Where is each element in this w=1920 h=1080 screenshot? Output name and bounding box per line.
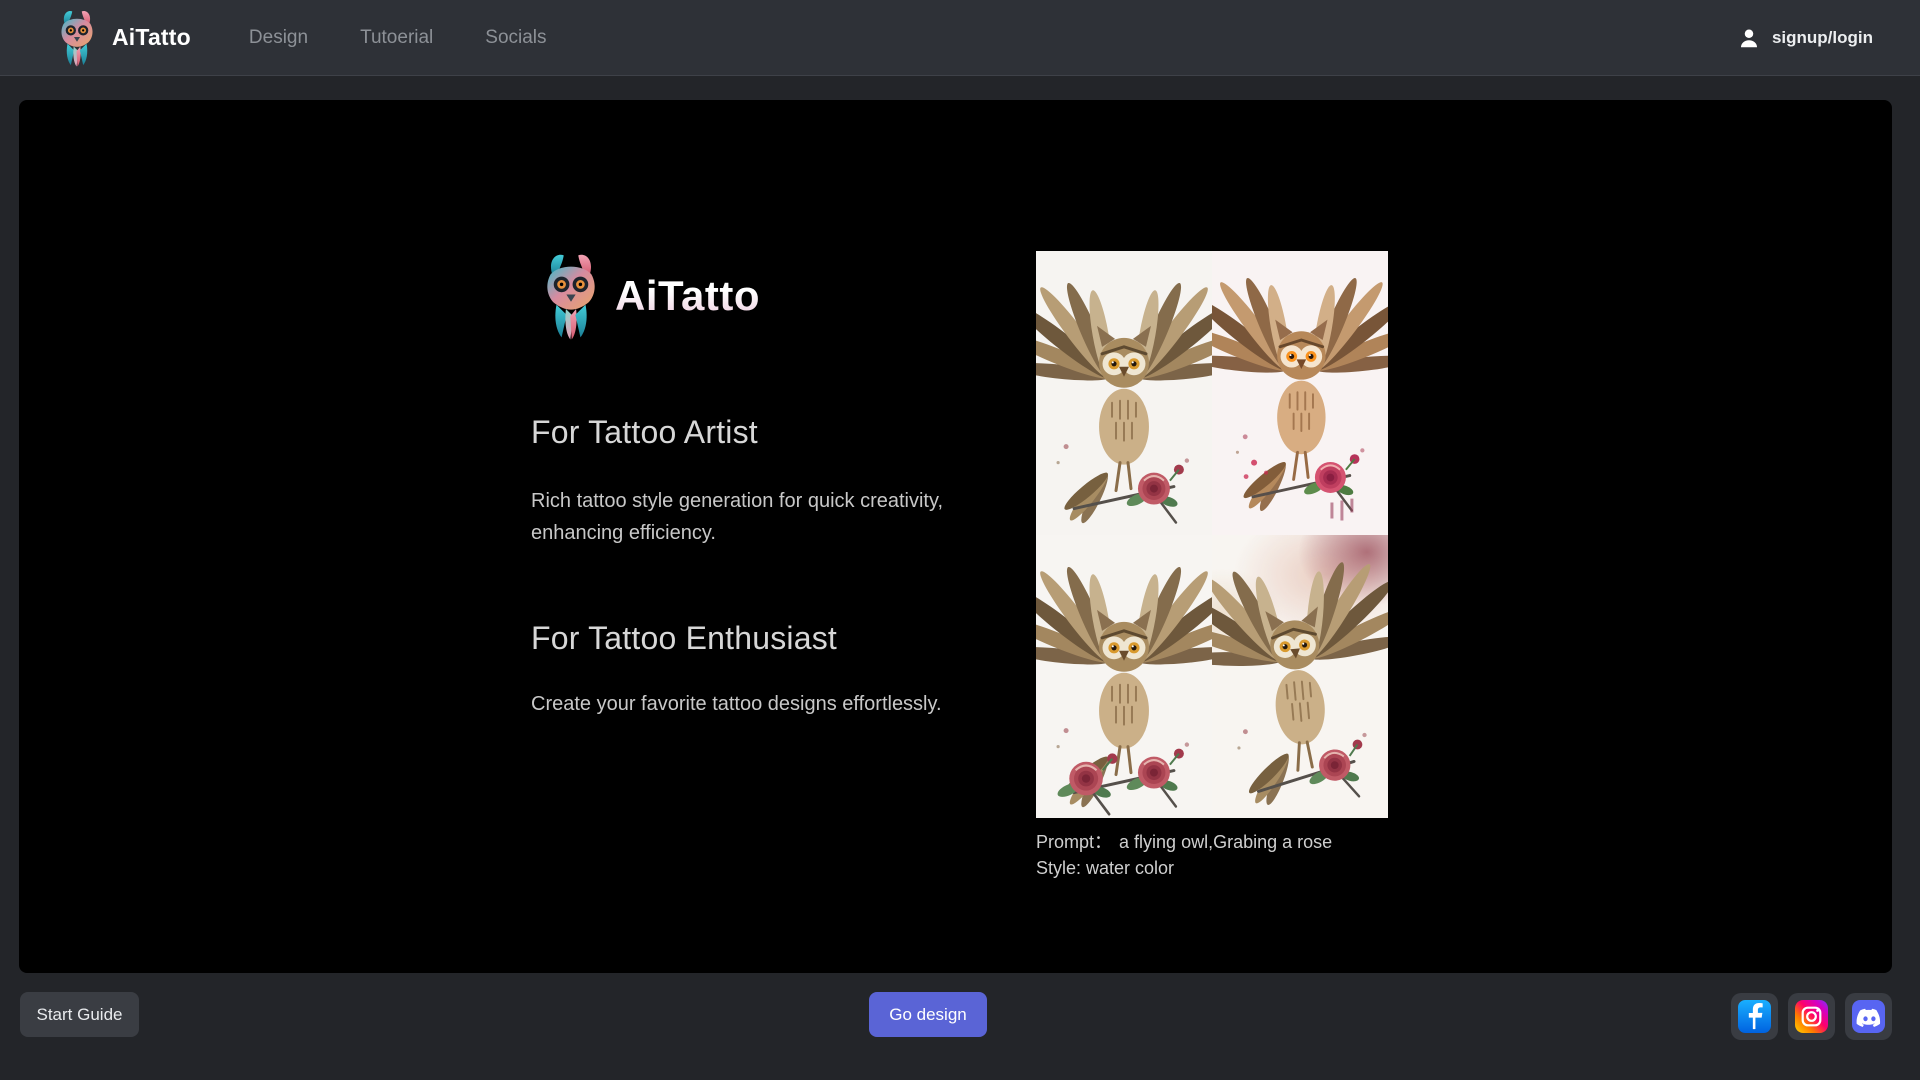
tattoo-sample-grid	[1036, 251, 1388, 818]
showcase-caption: Prompt： a flying owl,Grabing a rose Style…	[1036, 829, 1436, 881]
artist-section-body: Rich tattoo style generation for quick c…	[531, 485, 976, 549]
navbar: AiTatto Design Tutoerial Socials signup/…	[0, 0, 1920, 76]
tattoo-sample-image-4	[1212, 535, 1388, 819]
nav-link-design[interactable]: Design	[249, 27, 308, 49]
tattoo-sample-image-3	[1036, 535, 1212, 819]
prompt-value: a flying owl,Grabing a rose	[1119, 832, 1332, 852]
app-logo-owl-icon[interactable]	[58, 9, 96, 67]
hero-brand-title: AiTatto	[615, 272, 760, 320]
discord-button[interactable]	[1845, 993, 1892, 1040]
tattoo-showcase: Prompt：a flying owl,Grabing a rose Style…	[1036, 251, 1388, 818]
hero-panel: AiTatto For Tattoo Artist Rich tattoo st…	[19, 100, 1892, 973]
artist-section-title: For Tattoo Artist	[531, 414, 758, 451]
facebook-button[interactable]	[1731, 993, 1778, 1040]
facebook-icon	[1738, 1000, 1771, 1033]
nav-link-socials[interactable]: Socials	[485, 27, 546, 49]
user-icon	[1739, 28, 1759, 48]
prompt-line: Prompt： a flying owl,Grabing a rose	[1036, 829, 1436, 855]
signup-login-label: signup/login	[1772, 28, 1873, 48]
signup-login-link[interactable]: signup/login	[1739, 28, 1873, 48]
start-guide-button[interactable]: Start Guide	[20, 992, 139, 1037]
hero-owl-logo-icon	[542, 252, 600, 340]
go-design-button[interactable]: Go design	[869, 992, 987, 1037]
discord-icon	[1852, 1000, 1885, 1033]
social-links	[1731, 993, 1892, 1040]
instagram-icon	[1795, 1000, 1828, 1033]
enthusiast-section-title: For Tattoo Enthusiast	[531, 620, 837, 657]
main-nav: Design Tutoerial Socials	[191, 27, 547, 49]
instagram-button[interactable]	[1788, 993, 1835, 1040]
brand-title[interactable]: AiTatto	[112, 24, 191, 51]
prompt-label: Prompt：	[1036, 832, 1112, 852]
tattoo-sample-image-1	[1036, 251, 1212, 535]
style-line: Style: water color	[1036, 855, 1436, 881]
tattoo-sample-image-2	[1212, 251, 1388, 535]
enthusiast-section-body: Create your favorite tattoo designs effo…	[531, 688, 976, 720]
nav-link-tutoerial[interactable]: Tutoerial	[360, 27, 433, 49]
navbar-left: AiTatto Design Tutoerial Socials	[58, 9, 547, 67]
hero-brand-row: AiTatto	[542, 252, 760, 340]
